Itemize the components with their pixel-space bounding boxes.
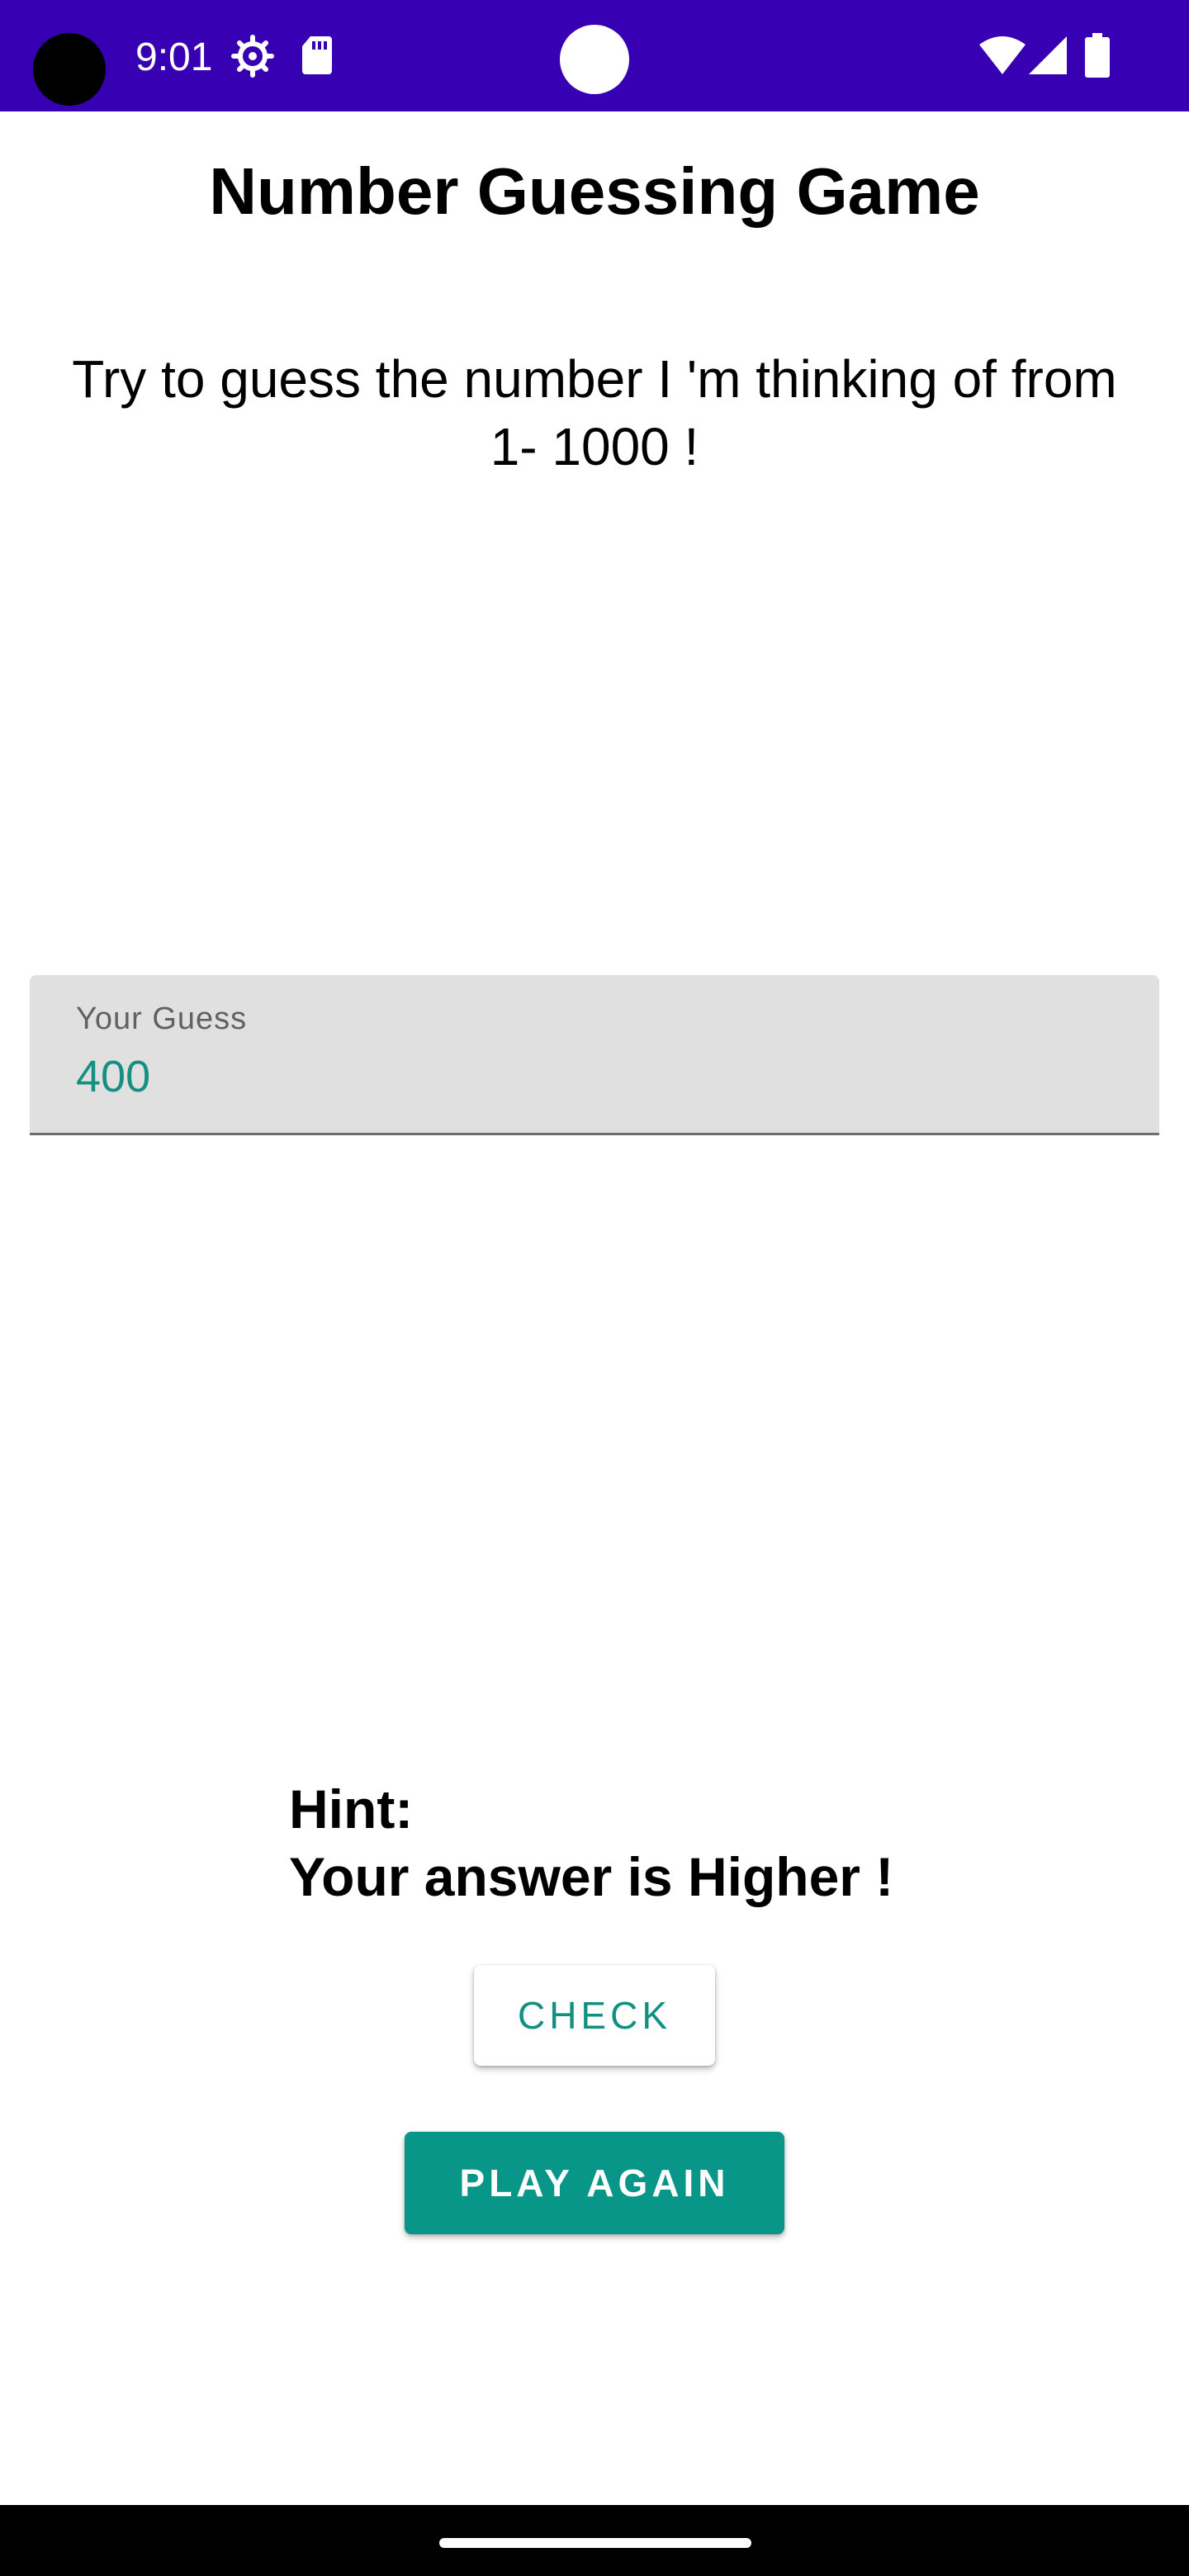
page-title: Number Guessing Game: [209, 154, 980, 228]
hint-block: Hint: Your answer is Higher !: [289, 1775, 893, 1911]
instructions-text: Try to guess the number I 'm thinking of…: [72, 349, 1117, 476]
status-time: 9:01: [135, 36, 213, 79]
guess-field[interactable]: Your Guess: [30, 975, 1159, 1135]
cell-signal-icon: [1029, 36, 1067, 74]
navigation-bar: [0, 2505, 1189, 2576]
battery-icon: [1085, 33, 1110, 78]
check-button[interactable]: CHECK: [474, 1965, 715, 2066]
wifi-icon: [979, 36, 1026, 74]
hint-message: Your answer is Higher !: [289, 1846, 894, 1907]
settings-gear-icon: [231, 35, 274, 78]
guess-field-label: Your Guess: [76, 1002, 248, 1036]
play-again-button[interactable]: PLAY AGAIN: [405, 2132, 784, 2234]
front-camera-dot: [560, 25, 629, 94]
camera-cutout: [33, 33, 106, 106]
home-gesture-handle[interactable]: [439, 2538, 751, 2548]
sd-card-icon: [302, 36, 332, 74]
status-bar: 9:01: [0, 0, 1189, 111]
guess-input[interactable]: [76, 1051, 1067, 1102]
hint-heading: Hint:: [289, 1778, 414, 1840]
